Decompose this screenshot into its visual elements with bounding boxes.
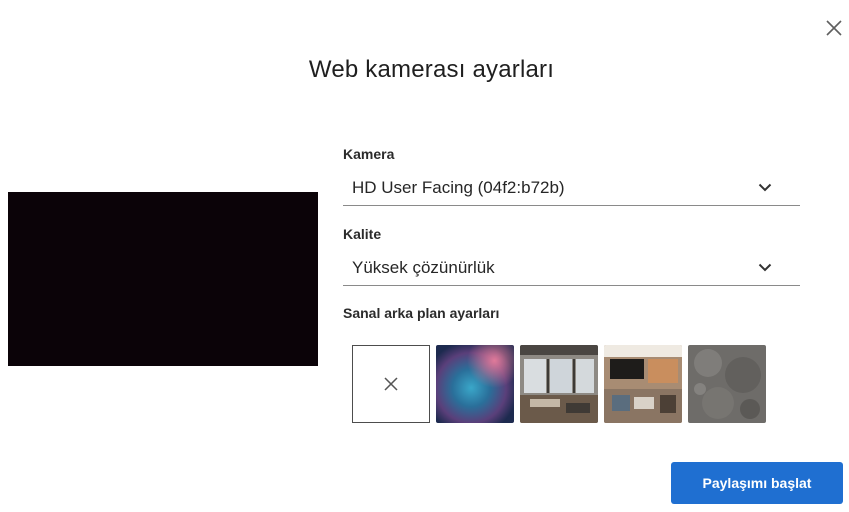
background-room-1-option[interactable]: [520, 345, 598, 423]
camera-label: Kamera: [343, 146, 395, 162]
quality-select-value: Yüksek çözünürlük: [352, 257, 495, 277]
camera-preview: [8, 192, 318, 366]
camera-select[interactable]: HD User Facing (04f2:b72b): [343, 170, 800, 206]
start-share-button[interactable]: Paylaşımı başlat: [671, 462, 843, 504]
camera-select-value: HD User Facing (04f2:b72b): [352, 177, 565, 197]
virtual-background-options: [352, 345, 766, 423]
close-icon: [826, 20, 842, 36]
background-blur-option[interactable]: [436, 345, 514, 423]
virtual-background-label: Sanal arka plan ayarları: [343, 305, 500, 321]
background-room-2-option[interactable]: [604, 345, 682, 423]
chevron-down-icon: [758, 183, 772, 193]
dialog-title: Web kamerası ayarları: [308, 56, 555, 83]
quality-label: Kalite: [343, 226, 382, 242]
background-none-option[interactable]: [352, 345, 430, 423]
close-icon: [384, 377, 398, 391]
chevron-down-icon: [758, 263, 772, 273]
quality-select[interactable]: Yüksek çözünürlük: [343, 250, 800, 286]
background-texture-option[interactable]: [688, 345, 766, 423]
close-button[interactable]: [822, 16, 846, 40]
